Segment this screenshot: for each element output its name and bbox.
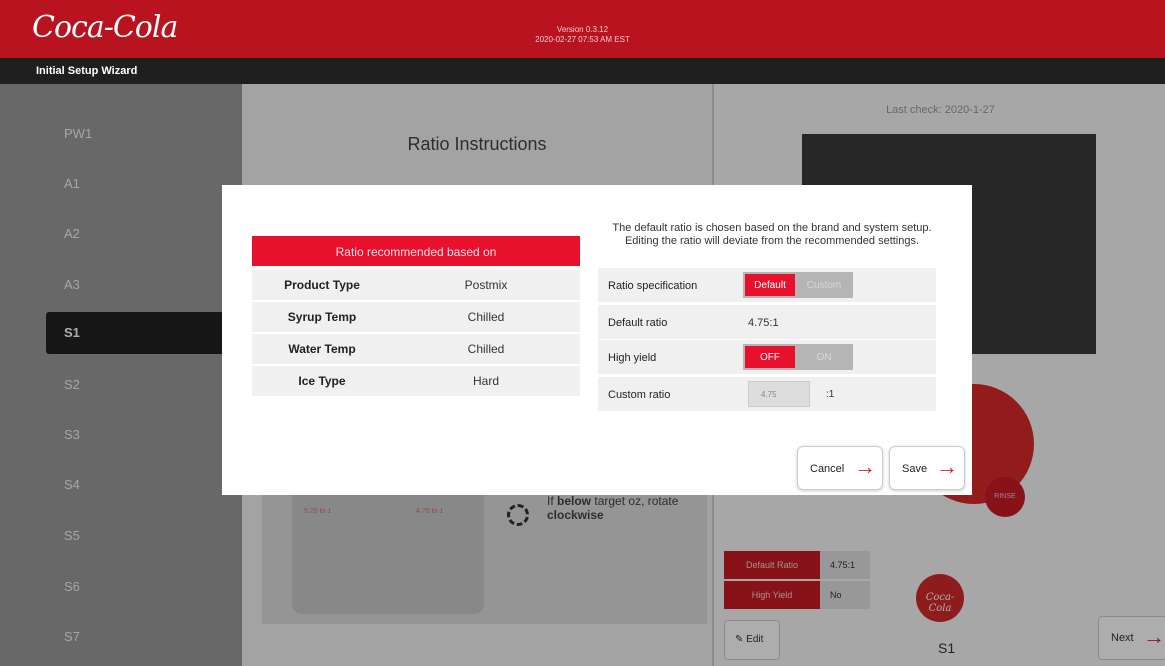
ratio-spec-label: Ratio specification [608,280,698,292]
arrow-right-icon: → [854,454,876,479]
recommended-value: Chilled [467,342,505,356]
recommended-row: Product Type Postmix [252,270,580,300]
recommended-key: Product Type [284,278,360,292]
recommended-key: Ice Type [298,374,346,388]
top-bar: Coca-Cola Version 0.3.12 2020-02-27 07:5… [0,0,1165,58]
recommended-row: Syrup Temp Chilled [252,302,580,332]
ratio-dialog: Ratio recommended based on Product Type … [222,185,972,495]
cancel-button[interactable]: Cancel → [797,446,883,490]
high-yield-row: High yield OFF ON [598,340,936,374]
save-button[interactable]: Save → [889,446,965,490]
default-ratio-label: Default ratio [608,317,668,329]
recommended-row: Water Temp Chilled [252,334,580,364]
custom-ratio-suffix: :1 [826,389,835,400]
wizard-title: Initial Setup Wizard [0,58,1165,84]
custom-ratio-input[interactable]: 4.75 [748,381,810,407]
default-ratio-value: 4.75:1 [748,317,779,329]
custom-ratio-row: Custom ratio 4.75 :1 [598,377,936,411]
ratio-spec-row: Ratio specification Default Custom [598,268,936,302]
recommended-value: Hard [472,374,499,388]
cancel-label: Cancel [810,463,845,475]
recommended-key: Syrup Temp [287,310,357,324]
recommended-key: Water Temp [288,342,356,356]
timestamp-label: 2020-02-27 07:53 AM EST [535,35,630,44]
default-ratio-note: The default ratio is chosen based on the… [612,222,932,247]
version-label: Version 0.3.12 [556,25,609,34]
high-yield-label: High yield [608,352,657,364]
high-yield-on-option[interactable]: ON [797,346,851,368]
arrow-right-icon: → [936,454,958,479]
ratio-spec-default-option[interactable]: Default [745,274,795,296]
high-yield-off-option[interactable]: OFF [745,346,795,368]
high-yield-toggle[interactable]: OFF ON [743,344,853,370]
custom-ratio-label: Custom ratio [608,389,671,401]
version-info: Version 0.3.12 2020-02-27 07:53 AM EST [0,25,1165,45]
recommended-row: Ice Type Hard [252,366,580,396]
recommended-value: Postmix [464,278,508,292]
recommended-value: Chilled [467,310,505,324]
ratio-spec-toggle[interactable]: Default Custom [743,272,853,298]
recommended-header: Ratio recommended based on [252,236,580,266]
save-label: Save [902,463,928,475]
ratio-spec-custom-option[interactable]: Custom [797,274,851,296]
default-ratio-row: Default ratio 4.75:1 [598,305,936,339]
